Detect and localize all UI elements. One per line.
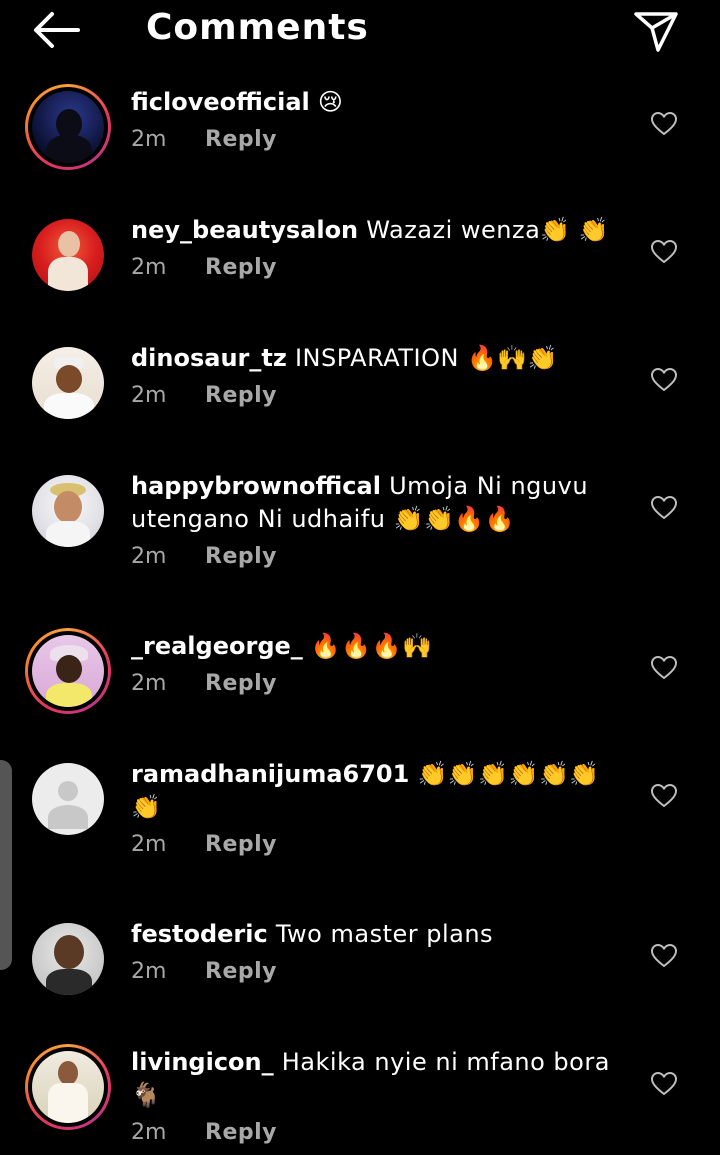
heart-outline-icon[interactable] [651,656,677,680]
comment-time: 2m [131,127,167,152]
heart-outline-icon[interactable] [651,368,677,392]
avatar-story-ring[interactable] [25,84,111,170]
comment-text: Wazazi wenza👏 👏 [358,216,610,244]
avatar [32,635,104,707]
comment-username[interactable]: ney_beautysalon [131,216,358,244]
avatar-wrapper[interactable] [25,340,111,426]
heart-outline-icon[interactable] [651,944,677,968]
comment-text: INSPARATION 🔥🙌👏 [286,344,559,372]
comment-username[interactable]: ficloveofficial [131,88,310,116]
avatar-wrapper[interactable] [25,468,111,554]
reply-button[interactable]: Reply [205,959,277,984]
heart-outline-icon[interactable] [651,784,677,808]
avatar-wrapper[interactable] [25,756,111,842]
comment-time: 2m [131,959,167,984]
comment-username[interactable]: happybrownoffical [131,472,381,500]
avatar-story-ring[interactable] [25,1044,111,1130]
avatar [32,347,104,419]
comment-time: 2m [131,832,167,857]
comment-time: 2m [131,255,167,280]
comment-text: 🔥🔥🔥🙌 [302,632,433,660]
avatar-wrapper[interactable] [25,212,111,298]
heart-outline-icon[interactable] [651,112,677,136]
comment-time: 2m [131,1120,167,1145]
avatar [32,91,104,163]
comment-list: ficloveofficial 😢 2m Reply ney_beautysalo… [0,0,720,1155]
reply-button[interactable]: Reply [205,383,277,408]
avatar [32,923,104,995]
comment-time: 2m [131,383,167,408]
avatar-story-ring[interactable] [25,628,111,714]
reply-button[interactable]: Reply [205,255,277,280]
comment-username[interactable]: ramadhanijuma6701 [131,760,409,788]
avatar [32,1051,104,1123]
reply-button[interactable]: Reply [205,671,277,696]
comment-username[interactable]: dinosaur_tz [131,344,287,372]
heart-outline-icon[interactable] [651,496,677,520]
comment-text: Two master plans [267,920,494,948]
comment-username[interactable]: livingicon_ [131,1048,274,1076]
avatar [32,219,104,291]
heart-outline-icon[interactable] [651,240,677,264]
reply-button[interactable]: Reply [205,832,277,857]
reply-button[interactable]: Reply [205,544,277,569]
heart-outline-icon[interactable] [651,1072,677,1096]
reply-button[interactable]: Reply [205,127,277,152]
comment-username[interactable]: festoderic [131,920,268,948]
edge-scroll-handle[interactable] [0,760,12,970]
avatar-wrapper[interactable] [25,916,111,1002]
reply-button[interactable]: Reply [205,1120,277,1145]
comment-time: 2m [131,544,167,569]
avatar [32,475,104,547]
comment-text: 😢 [309,88,344,116]
comment-username[interactable]: _realgeorge_ [131,632,303,660]
comment-time: 2m [131,671,167,696]
default-avatar-icon [32,763,104,835]
